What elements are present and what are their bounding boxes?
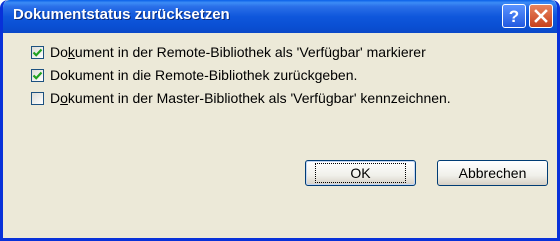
ok-button-label: OK bbox=[315, 163, 406, 183]
checkmark-icon bbox=[32, 71, 43, 80]
option-label: Dokument in der Remote-Bibliothek als 'V… bbox=[50, 44, 426, 60]
window-title: Dokumentstatus zurücksetzen bbox=[13, 6, 230, 23]
dialog-body: Dokument in der Remote-Bibliothek als 'V… bbox=[3, 33, 557, 238]
option-label: Dokument in der Master-Bibliothek als 'V… bbox=[50, 90, 451, 106]
option-label: Dokument in die Remote-Bibliothek zurück… bbox=[50, 67, 358, 83]
cancel-button-label: Abbrechen bbox=[458, 165, 527, 181]
help-button[interactable]: ? bbox=[502, 4, 526, 28]
option-mark-available-master[interactable]: Dokument in der Master-Bibliothek als 'V… bbox=[31, 89, 451, 107]
option-return-to-remote[interactable]: Dokument in die Remote-Bibliothek zurück… bbox=[31, 66, 357, 84]
checkbox-mark-available-master[interactable] bbox=[31, 91, 44, 105]
title-bar[interactable]: Dokumentstatus zurücksetzen ? bbox=[3, 0, 557, 33]
checkbox-mark-available-remote[interactable] bbox=[31, 45, 44, 59]
checkbox-return-to-remote[interactable] bbox=[31, 68, 44, 82]
help-icon: ? bbox=[508, 6, 520, 26]
ok-button[interactable]: OK bbox=[305, 160, 416, 186]
close-button[interactable] bbox=[529, 4, 553, 28]
close-icon bbox=[534, 9, 548, 23]
option-mark-available-remote[interactable]: Dokument in der Remote-Bibliothek als 'V… bbox=[31, 43, 426, 61]
cancel-button[interactable]: Abbrechen bbox=[437, 160, 548, 186]
checkmark-icon bbox=[32, 48, 43, 57]
dialog-window: Dokumentstatus zurücksetzen ? Dokument i… bbox=[0, 0, 560, 241]
